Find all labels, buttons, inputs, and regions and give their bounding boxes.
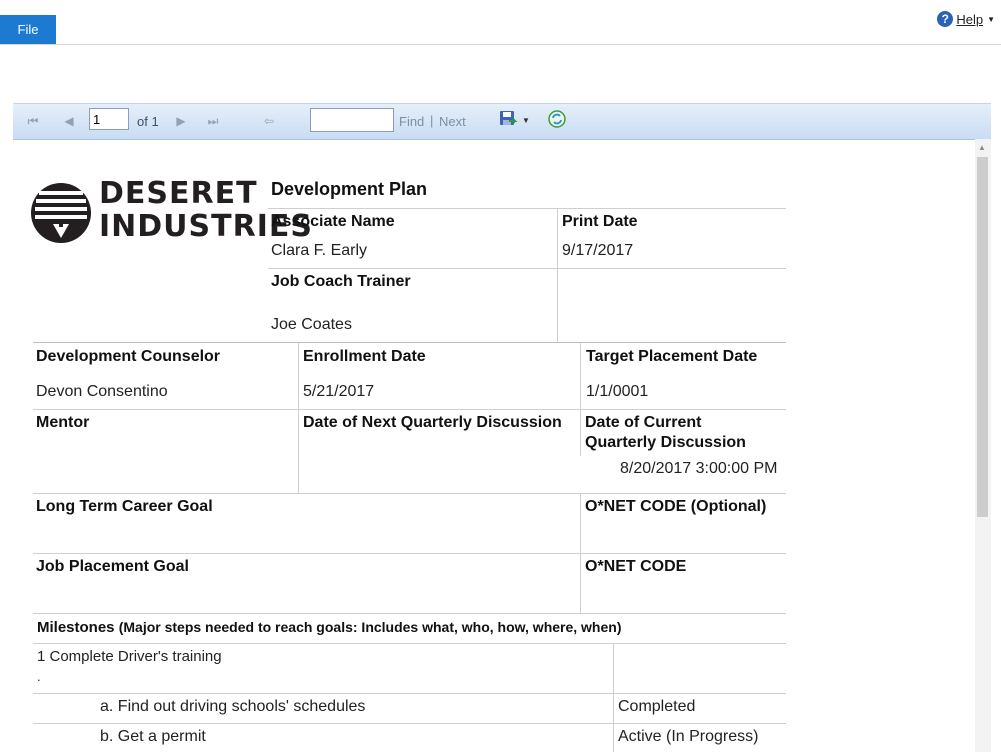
milestones-header: Milestones (Major steps needed to reach … [37, 619, 622, 636]
divider [33, 723, 786, 724]
current-quarterly-label-1: Date of Current [585, 414, 702, 431]
milestones-note: (Major steps needed to reach goals: Incl… [118, 619, 622, 635]
associate-name-label: Associate Name [271, 213, 395, 230]
divider [33, 693, 786, 694]
divider [268, 268, 786, 269]
chevron-down-icon: ▼ [987, 14, 995, 24]
divider [33, 493, 786, 494]
back-icon[interactable]: ⇦ [261, 113, 277, 129]
logo-icon [31, 183, 91, 243]
step-b-status: Active (In Progress) [618, 728, 759, 745]
page-count-label: of 1 [137, 114, 159, 129]
page-number-input[interactable] [89, 108, 129, 130]
help-menu[interactable]: ? Help ▼ [937, 11, 995, 27]
associate-name-value: Clara F. Early [271, 242, 368, 259]
file-menu-button[interactable]: File [0, 15, 56, 44]
help-icon: ? [937, 11, 954, 27]
last-page-icon[interactable]: ⏭ [205, 113, 221, 129]
refresh-icon[interactable] [547, 109, 567, 129]
divider [298, 342, 299, 493]
dev-counselor-value: Devon Consentino [36, 383, 168, 400]
vertical-scrollbar[interactable]: ▲ [975, 139, 991, 752]
milestones-label: Milestones [37, 619, 115, 636]
save-icon[interactable] [498, 109, 518, 129]
divider [33, 613, 786, 614]
step-a-status: Completed [618, 698, 696, 715]
find-next-link[interactable]: Next [439, 114, 466, 129]
find-link[interactable]: Find [399, 114, 424, 129]
target-placement-value: 1/1/0001 [586, 383, 649, 400]
divider [33, 643, 786, 644]
app-menu-bar: File ? Help ▼ [0, 0, 1001, 45]
report-toolbar: ⏮ ◀ of 1 ▶ ⏭ ⇦ Find | Next ▼ [13, 103, 991, 140]
print-date-value: 9/17/2017 [562, 242, 634, 259]
target-placement-label: Target Placement Date [586, 348, 758, 365]
job-placement-label: Job Placement Goal [36, 558, 189, 575]
divider [33, 342, 786, 343]
page-title: Development Plan [271, 179, 428, 199]
print-date-label: Print Date [562, 213, 638, 230]
next-page-icon[interactable]: ▶ [173, 113, 189, 129]
onet-label: O*NET CODE [585, 558, 687, 575]
report-viewer: DESERET INDUSTRIES Development Plan Asso… [0, 139, 975, 752]
milestone-1: 1 Complete Driver's training [37, 648, 222, 665]
divider [613, 643, 614, 752]
milestone-1-dot: . [37, 669, 41, 684]
current-quarterly-label-2: Quarterly Discussion [585, 434, 746, 451]
divider [33, 409, 786, 410]
logo-wordmark-line1: DESERET [99, 176, 258, 211]
divider [557, 208, 558, 342]
enrollment-date-label: Enrollment Date [303, 348, 426, 365]
job-coach-label: Job Coach Trainer [271, 273, 411, 290]
step-b: b. Get a permit [100, 728, 206, 745]
onet-optional-label: O*NET CODE (Optional) [585, 498, 767, 515]
scroll-thumb[interactable] [977, 157, 988, 517]
enrollment-date-value: 5/21/2017 [303, 383, 375, 400]
long-term-goal-label: Long Term Career Goal [36, 498, 213, 515]
find-input[interactable] [310, 108, 394, 132]
next-quarterly-label: Date of Next Quarterly Discussion [303, 414, 562, 431]
help-label[interactable]: Help [956, 12, 983, 27]
step-a: a. Find out driving schools' schedules [100, 698, 366, 715]
current-quarterly-value: 8/20/2017 3:00:00 PM [620, 460, 778, 477]
divider [33, 553, 786, 554]
mentor-label: Mentor [36, 414, 90, 431]
divider [580, 342, 581, 456]
prev-page-icon[interactable]: ◀ [61, 113, 77, 129]
divider [268, 208, 786, 209]
job-coach-value: Joe Coates [271, 316, 352, 333]
scroll-up-icon[interactable]: ▲ [978, 143, 986, 152]
dev-counselor-label: Development Counselor [36, 348, 221, 365]
toolbar-separator: | [430, 113, 434, 128]
chevron-down-icon[interactable]: ▼ [522, 116, 530, 125]
first-page-icon[interactable]: ⏮ [25, 113, 41, 129]
